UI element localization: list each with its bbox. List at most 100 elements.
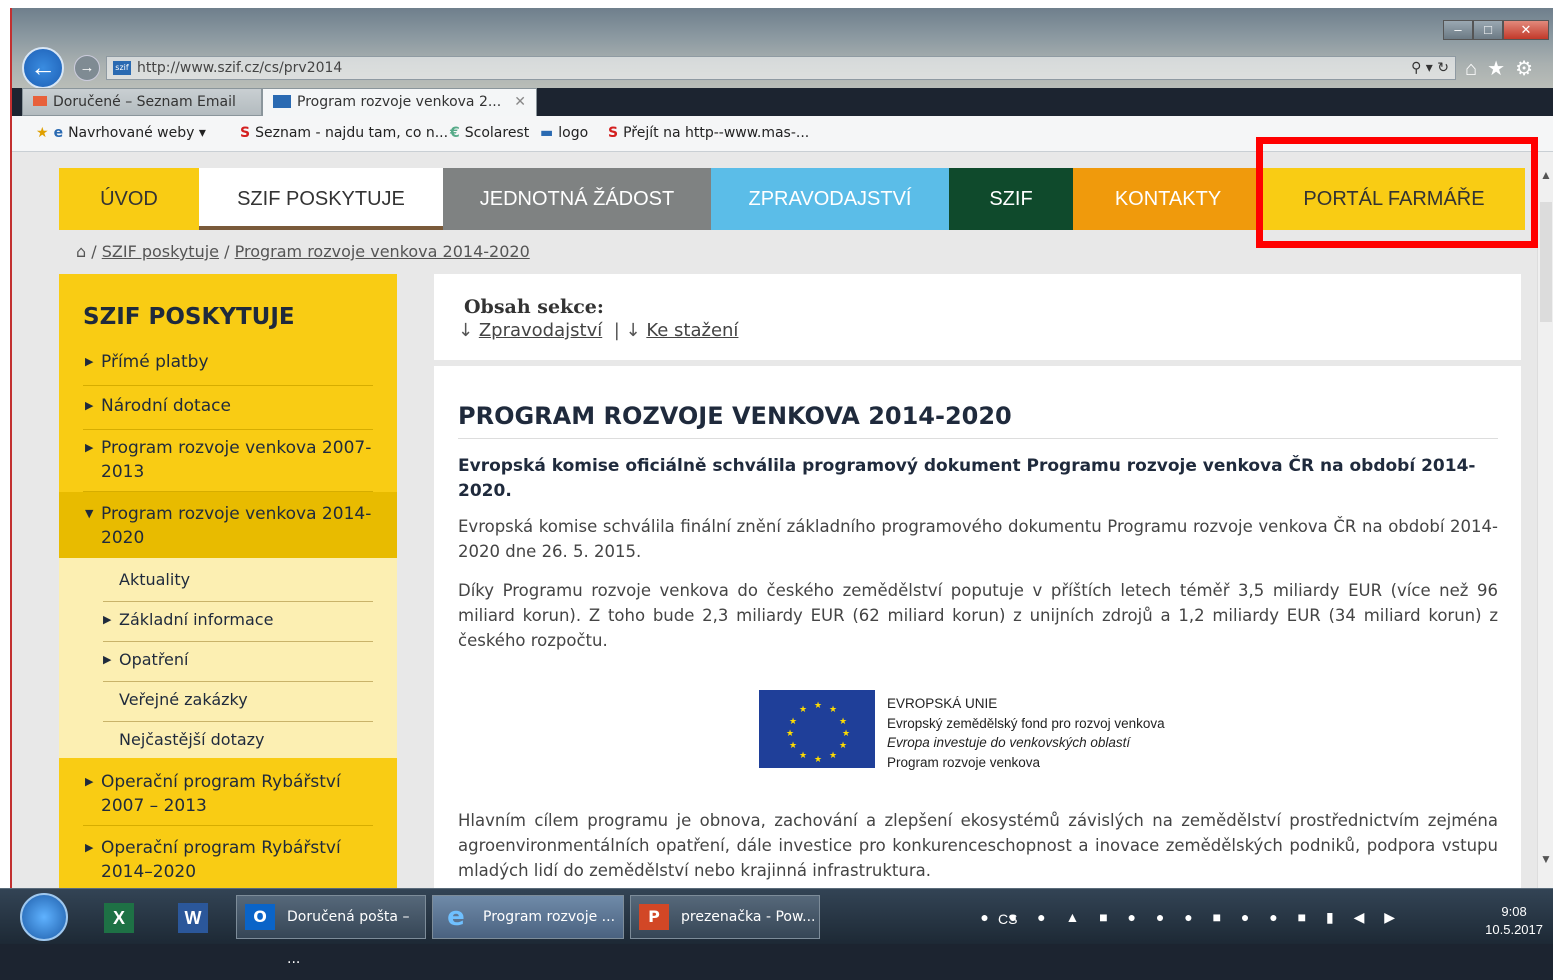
sidebar-title: SZIF POSKYTUJE xyxy=(83,304,295,330)
sidebar-subitem-opatreni[interactable]: ▶ Opatření xyxy=(103,648,373,682)
scrollbar[interactable]: ▲ ▼ xyxy=(1537,152,1553,888)
favorites-item-mas[interactable]: S Přejít na http--www.mas-... xyxy=(608,125,809,141)
sidebar-item-op-rybarstvi-2014[interactable]: ▶ Operační program Rybářství 2014–2020 xyxy=(83,836,373,888)
article-paragraph: Díky Programu rozvoje venkova do českého… xyxy=(458,581,1498,650)
web-page: ÚVOD SZIF POSKYTUJE JEDNOTNÁ ŽÁDOST ZPRA… xyxy=(12,152,1537,888)
nav-zpravodajstvi[interactable]: ZPRAVODAJSTVÍ xyxy=(711,168,949,230)
word-icon[interactable]: W xyxy=(178,903,208,933)
taskbar-label: Program rozvoje ... xyxy=(483,909,616,925)
favorites-item-seznam[interactable]: S Seznam - najdu tam, co n... xyxy=(240,125,448,141)
sidebar-subitem-aktuality[interactable]: Aktuality xyxy=(103,568,373,602)
divider xyxy=(458,438,1498,439)
sidebar-item-prime-platby[interactable]: ▶ Přímé platby xyxy=(83,350,373,386)
caret-right-icon: ▶ xyxy=(103,653,112,666)
fav-label: logo xyxy=(558,125,589,141)
screen: – □ ✕ ← → szif http://www.szif.cz/cs/prv… xyxy=(0,0,1553,967)
scroll-down-icon[interactable]: ▼ xyxy=(1540,852,1552,866)
search-refresh-icon[interactable]: ⚲ ▾ ↻ xyxy=(1411,57,1449,79)
taskbar-outlook[interactable]: O Doručená pošta – ... xyxy=(236,895,426,967)
favorites-item-logo[interactable]: ▬ logo xyxy=(540,125,588,141)
gear-icon[interactable]: ⚙ xyxy=(1515,58,1543,80)
caret-right-icon: ▶ xyxy=(85,441,94,454)
url-text: http://www.szif.cz/cs/prv2014 xyxy=(137,60,343,76)
seznam-icon xyxy=(33,96,47,106)
eu-line: Evropa investuje do venkovských oblastí xyxy=(887,735,1131,750)
seznam-icon: S xyxy=(608,125,619,141)
taskbar: X W O Doručená pošta – ... e Program rozvo… xyxy=(0,888,1553,967)
nav-szif-poskytuje[interactable]: SZIF POSKYTUJE xyxy=(199,168,443,230)
powerpoint-icon: P xyxy=(639,904,669,930)
taskbar-ie[interactable]: e Program rozvoje ... xyxy=(432,895,624,939)
scroll-thumb[interactable] xyxy=(1540,202,1552,322)
tab-strip: Doručené – Seznam Email Program rozvoje … xyxy=(22,88,537,116)
sidebar-item-prv-2014[interactable]: ▼ Program rozvoje venkova 2014-2020 xyxy=(83,502,373,558)
arrow-down-icon: ↓ xyxy=(458,320,474,341)
ie-icon: e xyxy=(447,902,465,932)
sidebar-subitem-label: Základní informace xyxy=(119,610,274,629)
home-icon[interactable]: ⌂ xyxy=(1465,58,1487,80)
tab-email[interactable]: Doručené – Seznam Email xyxy=(22,88,262,116)
sidebar-item-op-rybarstvi-2007[interactable]: ▶ Operační program Rybářství 2007 – 2013 xyxy=(83,770,373,826)
favorites-item-suggested[interactable]: ★ e Navrhované weby ▾ xyxy=(36,125,206,141)
maximize-button[interactable]: □ xyxy=(1473,20,1503,40)
sidebar-item-label: Operační program Rybářství 2014–2020 xyxy=(101,838,341,882)
star-icon[interactable]: ★ xyxy=(1487,58,1515,80)
forward-button[interactable]: → xyxy=(74,55,100,81)
sidebar-subitem-label: Nejčastější dotazy xyxy=(119,730,265,749)
start-button[interactable] xyxy=(20,893,68,941)
clock-date: 10.5.2017 xyxy=(1485,922,1543,937)
caret-right-icon: ▶ xyxy=(85,355,94,368)
sidebar-subitem-label: Veřejné zakázky xyxy=(119,690,248,709)
caret-right-icon: ▶ xyxy=(85,841,94,854)
szif-icon xyxy=(273,95,291,108)
tab-prv[interactable]: Program rozvoje venkova 2... ✕ xyxy=(262,88,537,116)
sidebar-subitem-dotazy[interactable]: Nejčastější dotazy xyxy=(103,728,373,758)
nav-uvod[interactable]: ÚVOD xyxy=(59,168,199,230)
excel-icon[interactable]: X xyxy=(104,903,134,933)
breadcrumb-sep: / xyxy=(224,242,230,261)
fav-label: Scolarest xyxy=(464,125,530,141)
system-tray[interactable]: ● ● ● ▲ ■ ● ● ● ■ ● ● ■ ▮ ◀ ▶ xyxy=(980,909,1403,926)
section-contents-links: ↓ Zpravodajství | ↓ Ke stažení xyxy=(458,320,738,341)
article-lead: Evropská komise oficiálně schválila prog… xyxy=(458,456,1476,501)
close-button[interactable]: ✕ xyxy=(1503,20,1549,40)
article: PROGRAM ROZVOJE VENKOVA 2014-2020 Evrops… xyxy=(434,366,1521,888)
sidebar: SZIF POSKYTUJE ▶ Přímé platby ▶ Národní do… xyxy=(59,274,397,888)
tab-label: Program rozvoje venkova 2... xyxy=(297,94,502,110)
eu-flag-icon: ★ ★ ★ ★ ★ ★ ★ ★ ★ ★ ★ ★ xyxy=(759,690,875,768)
home-icon[interactable]: ⌂ xyxy=(76,242,86,261)
separator: | xyxy=(613,320,620,341)
caret-right-icon: ▶ xyxy=(85,775,94,788)
tab-label: Doručené – Seznam Email xyxy=(53,94,236,110)
article-title: PROGRAM ROZVOJE VENKOVA 2014-2020 xyxy=(458,402,1012,430)
breadcrumb-link-prv[interactable]: Program rozvoje venkova 2014-2020 xyxy=(235,242,530,261)
scroll-up-icon[interactable]: ▲ xyxy=(1540,168,1552,182)
sidebar-item-prv-2007[interactable]: ▶ Program rozvoje venkova 2007-2013 xyxy=(83,436,373,492)
caret-right-icon: ▶ xyxy=(85,399,94,412)
nav-jednotna-zadost[interactable]: JEDNOTNÁ ŽÁDOST xyxy=(443,168,711,230)
link-ke-stazeni[interactable]: Ke stažení xyxy=(646,320,738,341)
tab-close-icon[interactable]: ✕ xyxy=(514,89,526,115)
section-contents: Obsah sekce: ↓ Zpravodajství | ↓ Ke staž… xyxy=(434,274,1521,360)
szif-icon: ▬ xyxy=(540,125,554,141)
favorites-item-scolarest[interactable]: € Scolarest xyxy=(450,125,529,141)
caret-right-icon: ▶ xyxy=(103,613,112,626)
window-controls: – □ ✕ xyxy=(1443,20,1549,40)
eu-line: Program rozvoje venkova xyxy=(887,754,1041,770)
caret-down-icon: ▼ xyxy=(85,507,94,520)
nav-szif[interactable]: SZIF xyxy=(949,168,1073,230)
sidebar-subitem-zakladni-informace[interactable]: ▶ Základní informace xyxy=(103,608,373,642)
article-paragraph: Evropská komise schválila finální znění … xyxy=(458,517,1498,561)
link-zpravodajstvi[interactable]: Zpravodajství xyxy=(479,320,602,341)
seznam-icon: S xyxy=(240,125,251,141)
sidebar-item-narodni-dotace[interactable]: ▶ Národní dotace xyxy=(83,394,373,430)
minimize-button[interactable]: – xyxy=(1443,20,1473,40)
breadcrumb-link-szif-poskytuje[interactable]: SZIF poskytuje xyxy=(102,242,219,261)
clock[interactable]: 9:08 10.5.2017 xyxy=(1485,903,1543,939)
nav-kontakty[interactable]: KONTAKTY xyxy=(1073,168,1263,230)
taskbar-powerpoint[interactable]: Pprezenačka - Pow... xyxy=(630,895,820,939)
sidebar-item-label: Přímé platby xyxy=(101,352,209,372)
address-bar[interactable]: szif http://www.szif.cz/cs/prv2014 ⚲ ▾ ↻ xyxy=(106,56,1456,80)
back-button[interactable]: ← xyxy=(22,47,64,89)
sidebar-subitem-verejne-zakazky[interactable]: Veřejné zakázky xyxy=(103,688,373,722)
